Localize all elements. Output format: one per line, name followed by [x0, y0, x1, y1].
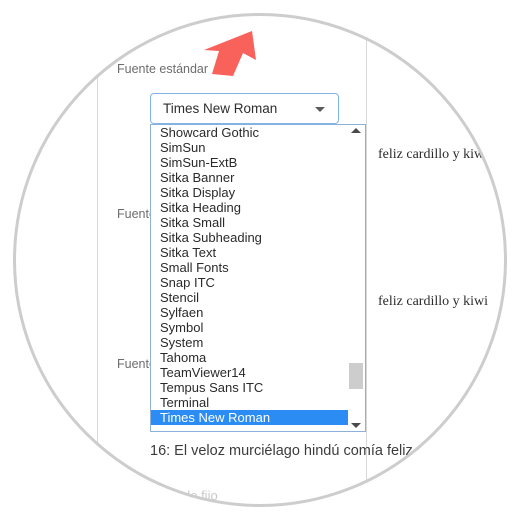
dropdown-scrollbar[interactable] — [348, 125, 365, 431]
label-fuente-estandar: Fuente estándar — [117, 62, 209, 76]
font-option[interactable]: Sitka Small — [151, 215, 348, 230]
font-option[interactable]: Showcard Gothic — [151, 125, 348, 140]
faded-bottom-text: de fijo — [183, 488, 218, 503]
font-option[interactable]: Sylfaen — [151, 305, 348, 320]
scrollbar-thumb[interactable] — [349, 363, 363, 389]
font-option[interactable]: Snap ITC — [151, 275, 348, 290]
caret-down-icon[interactable] — [351, 423, 361, 428]
font-option[interactable]: Small Fonts — [151, 260, 348, 275]
font-option[interactable]: Times New Roman — [151, 410, 348, 425]
font-option[interactable]: Sitka Subheading — [151, 230, 348, 245]
font-option[interactable]: Symbol — [151, 320, 348, 335]
caret-up-icon[interactable] — [351, 128, 361, 133]
font-option[interactable]: Sitka Banner — [151, 170, 348, 185]
chevron-down-icon[interactable] — [315, 107, 325, 112]
sample-preview-text-bottom: 16: El veloz murciélago hindú comía feli… — [150, 443, 433, 459]
font-option[interactable]: Terminal — [151, 395, 348, 410]
circular-vignette-mask: Fuente estándar Fuente Fuente feliz card… — [13, 13, 507, 507]
font-option[interactable]: TeamViewer14 — [151, 365, 348, 380]
font-option[interactable]: System — [151, 335, 348, 350]
font-dropdown-list[interactable]: Showcard Gothic SimSun SimSun-ExtB Sitka Ba… — [150, 124, 366, 432]
down-left-arrow-icon — [204, 31, 256, 76]
font-option[interactable]: SimSun-ExtB — [151, 155, 348, 170]
font-option[interactable]: Tahoma — [151, 350, 348, 365]
fuente-estandar-combobox[interactable]: Times New Roman — [150, 93, 339, 124]
screenshot-root: Fuente estándar Fuente Fuente feliz card… — [0, 0, 520, 520]
panel-divider-right — [366, 13, 367, 507]
font-option-list[interactable]: Showcard Gothic SimSun SimSun-ExtB Sitka Ba… — [151, 125, 348, 431]
vignette-content: Fuente estándar Fuente Fuente feliz card… — [13, 13, 507, 507]
sample-preview-text-1: feliz cardillo y kiwi — [378, 147, 489, 162]
panel-divider-left — [97, 13, 98, 507]
font-option[interactable]: Sitka Text — [151, 245, 348, 260]
font-option[interactable]: Stencil — [151, 290, 348, 305]
font-option[interactable]: Sitka Heading — [151, 200, 348, 215]
combobox-value: Times New Roman — [163, 101, 278, 116]
font-option[interactable]: Sitka Display — [151, 185, 348, 200]
font-option[interactable]: Tempus Sans ITC — [151, 380, 348, 395]
font-option[interactable]: SimSun — [151, 140, 348, 155]
sample-preview-text-2: feliz cardillo y kiwi — [378, 294, 489, 309]
